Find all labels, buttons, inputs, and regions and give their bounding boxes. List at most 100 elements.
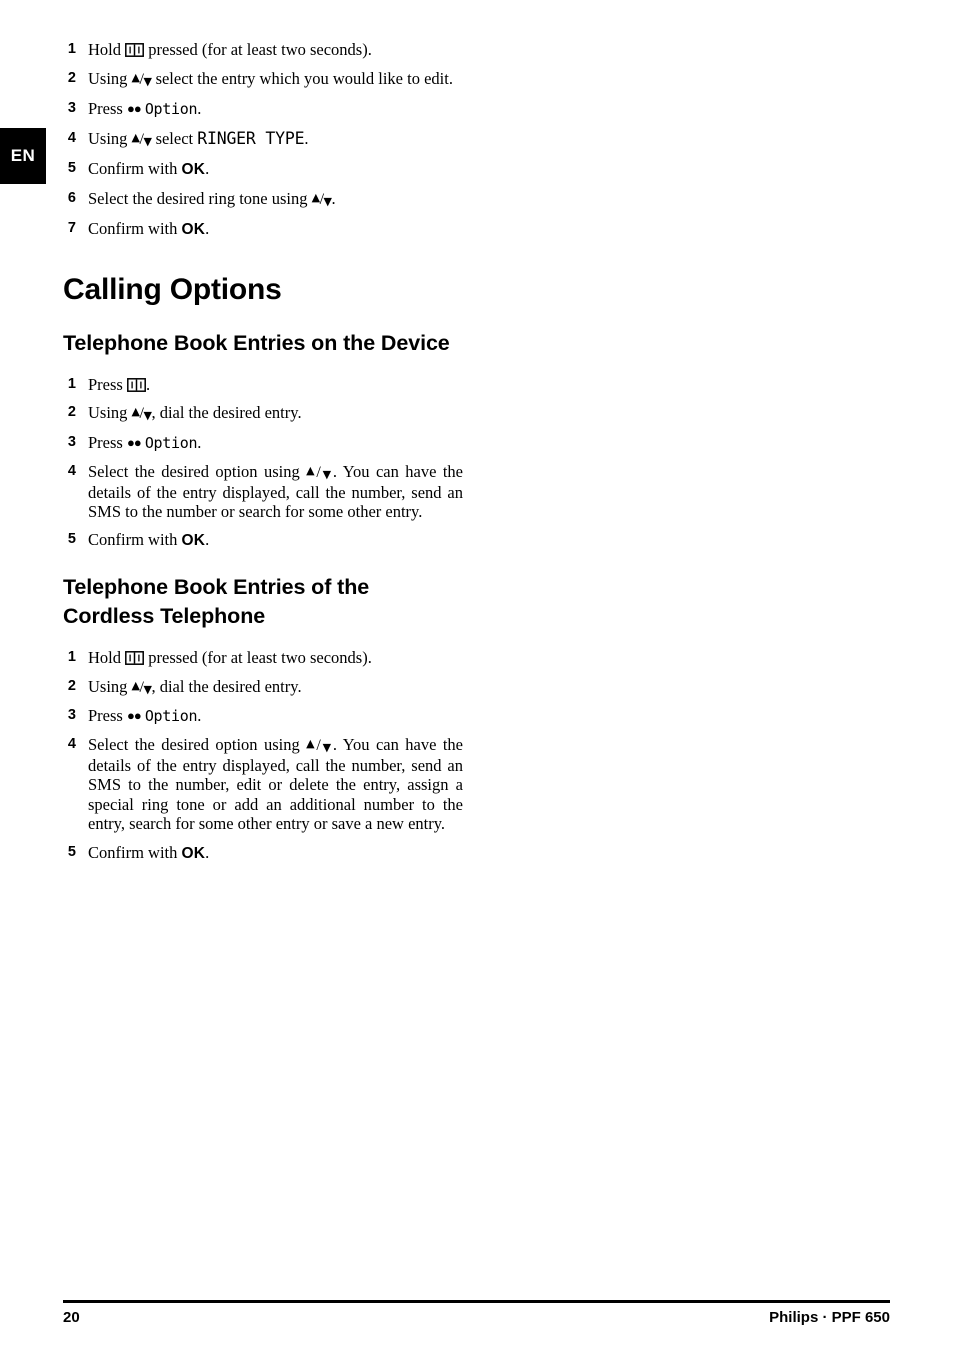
- up-down-arrows-icon: ▲/▼: [306, 737, 333, 755]
- step-text-run: .: [331, 188, 336, 208]
- step-number: 1: [67, 41, 76, 57]
- step-text-run: .: [205, 158, 210, 178]
- step-text-run: Confirm with: [88, 842, 182, 862]
- step-text-run: pressed (for at least two seconds).: [144, 40, 372, 59]
- step-text-run: select the entry which you would like to…: [151, 68, 453, 88]
- step-text-run: Press: [88, 374, 127, 394]
- up-down-arrows-icon: ▲/▼: [131, 130, 152, 148]
- step-body: Using ▲/▼ select the entry which you wou…: [88, 69, 463, 90]
- phonebook-icon: [125, 651, 145, 665]
- display-text: Option: [144, 100, 198, 119]
- step-text-run: Confirm with: [88, 158, 182, 178]
- step-item: 2 Using ▲/▼, dial the desired entry.: [63, 403, 463, 424]
- step-text-run: Press: [88, 99, 127, 119]
- step-body: Press ●● Option.: [88, 433, 463, 453]
- step-text-run: .: [145, 374, 151, 394]
- step-number: 4: [67, 736, 76, 753]
- option-key-dots-icon: ●●: [126, 708, 142, 724]
- up-down-arrows-icon: ▲/▼: [306, 463, 333, 481]
- step-body: Press .: [88, 375, 463, 394]
- step-text-run: Select the desired ring tone using: [88, 188, 312, 208]
- section: Telephone Book Entries on the Device 1 Pre…: [63, 329, 463, 551]
- step-item: 5 Confirm with OK.: [63, 843, 463, 863]
- step-number: 1: [67, 649, 76, 666]
- step-number: 3: [67, 707, 76, 724]
- ok-key-label: OK: [181, 844, 206, 862]
- footer-row: 20 Philips · PPF 650: [63, 1309, 890, 1326]
- manual-page: EN 1 Hold pressed (for at least two secon…: [0, 0, 954, 1352]
- step-text-run: .: [205, 842, 210, 862]
- step-body: Select the desired option using ▲/▼. You…: [88, 462, 463, 522]
- step-item: 7 Confirm with OK.: [63, 219, 463, 239]
- top-step-list: 1 Hold pressed (for at least two seconds)…: [63, 40, 463, 239]
- step-item: 2 Using ▲/▼, dial the desired entry.: [63, 677, 463, 698]
- footer-rule: [63, 1300, 890, 1303]
- step-number: 3: [67, 433, 76, 450]
- phonebook-icon: [127, 377, 146, 392]
- step-number: 5: [67, 159, 76, 176]
- ok-key-label: OK: [181, 160, 206, 178]
- step-item: 3 Press ●● Option.: [63, 99, 463, 119]
- up-down-arrows-icon: ▲/▼: [311, 190, 332, 208]
- step-number: 2: [67, 69, 76, 86]
- step-text-run: Press: [88, 706, 127, 726]
- display-text: Option: [144, 433, 198, 452]
- display-text: Option: [144, 707, 198, 726]
- step-text-run: .: [205, 219, 210, 239]
- step-body: Hold pressed (for at least two seconds).: [88, 648, 463, 667]
- step-number: 4: [67, 462, 76, 479]
- step-text-run: Using: [88, 676, 132, 696]
- sections-container: Telephone Book Entries on the Device 1 Pre…: [63, 329, 463, 863]
- step-text-run: Confirm with: [88, 219, 182, 239]
- step-text-run: , dial the desired entry.: [151, 403, 302, 423]
- step-body: Using ▲/▼ select RINGER TYPE.: [88, 129, 463, 150]
- step-item: 3 Press ●● Option.: [63, 706, 463, 726]
- step-item: 5 Confirm with OK.: [63, 159, 463, 179]
- step-body: Press ●● Option.: [88, 706, 463, 726]
- step-item: 4 Select the desired option using ▲/▼. Yo…: [63, 462, 463, 522]
- language-tab: EN: [0, 128, 46, 184]
- section: Telephone Book Entries of the Cordless T…: [63, 573, 463, 863]
- footer-brand: Philips · PPF 650: [769, 1308, 890, 1326]
- step-body: Using ▲/▼, dial the desired entry.: [88, 403, 463, 424]
- step-body: Confirm with OK.: [88, 159, 463, 179]
- display-text: RINGER TYPE: [197, 128, 305, 148]
- step-item: 1 Hold pressed (for at least two seconds)…: [63, 648, 463, 667]
- step-text-run: .: [197, 99, 202, 119]
- ok-key-label: OK: [181, 532, 206, 550]
- step-item: 4 Using ▲/▼ select RINGER TYPE.: [63, 129, 463, 150]
- step-item: 1 Hold pressed (for at least two seconds)…: [63, 40, 463, 59]
- step-text-run: Hold: [88, 40, 126, 59]
- page-footer: 20 Philips · PPF 650: [63, 1300, 890, 1326]
- step-text-run: Press: [88, 432, 127, 452]
- step-number: 7: [67, 220, 76, 237]
- section-step-list: 1 Hold pressed (for at least two seconds)…: [63, 648, 463, 863]
- chapter-title: Calling Options: [63, 273, 282, 307]
- step-body: Confirm with OK.: [88, 219, 463, 239]
- footer-page-number: 20: [63, 1308, 80, 1326]
- step-text-run: Using: [88, 403, 132, 423]
- step-number: 5: [67, 843, 76, 860]
- section-step-list: 1 Press . 2 Using ▲/▼, dial the desired ent…: [63, 375, 463, 551]
- step-number: 1: [67, 375, 76, 392]
- step-item: 6 Select the desired ring tone using ▲/▼.: [63, 189, 463, 210]
- step-item: 2 Using ▲/▼ select the entry which you wo…: [63, 69, 463, 90]
- step-text-run: .: [197, 432, 202, 452]
- step-body: Hold pressed (for at least two seconds).: [88, 40, 463, 59]
- option-key-dots-icon: ●●: [126, 101, 142, 117]
- step-text-run: Confirm with: [88, 530, 182, 550]
- step-body: Select the desired option using ▲/▼. You…: [88, 735, 463, 834]
- step-text-run: .: [304, 128, 309, 148]
- section-heading: Telephone Book Entries on the Device: [63, 330, 450, 355]
- step-text-run: select: [151, 128, 198, 148]
- step-text-run: .: [197, 706, 202, 726]
- phonebook-icon: [125, 43, 145, 57]
- step-body: Using ▲/▼, dial the desired entry.: [88, 677, 463, 698]
- step-text-run: Using: [88, 68, 132, 88]
- step-item: 4 Select the desired option using ▲/▼. Yo…: [63, 735, 463, 834]
- ok-key-label: OK: [181, 221, 206, 239]
- up-down-arrows-icon: ▲/▼: [131, 678, 152, 696]
- step-number: 3: [67, 100, 76, 117]
- step-text-run: Select the desired option using: [88, 735, 307, 755]
- language-tab-label: EN: [10, 146, 36, 165]
